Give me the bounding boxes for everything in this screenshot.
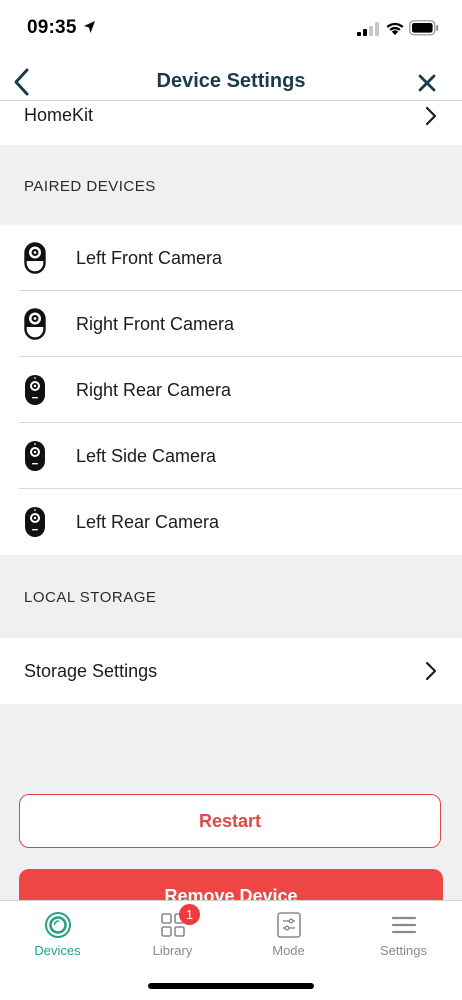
paired-devices-heading: PAIRED DEVICES xyxy=(24,178,156,195)
device-name: Left Side Camera xyxy=(76,446,217,466)
tab-settings[interactable]: Settings xyxy=(346,901,461,971)
indoor-camera-icon xyxy=(24,308,46,340)
chevron-right-icon xyxy=(425,106,437,126)
device-row[interactable]: Right Front Camera xyxy=(0,291,462,357)
device-name: Right Front Camera xyxy=(76,314,235,334)
local-storage-heading: LOCAL STORAGE xyxy=(24,589,157,606)
outdoor-camera-icon xyxy=(25,507,45,537)
homekit-label: HomeKit xyxy=(24,105,94,125)
tab-label: Devices xyxy=(34,943,81,958)
outdoor-camera-icon xyxy=(25,375,45,405)
indoor-camera-icon xyxy=(24,242,46,274)
restart-button[interactable]: Restart xyxy=(19,794,441,848)
device-name: Left Front Camera xyxy=(76,248,223,268)
paired-devices-section-header: PAIRED DEVICES xyxy=(0,145,462,225)
tab-devices[interactable]: Devices xyxy=(0,901,115,971)
battery-icon xyxy=(409,20,439,36)
tab-label: Library xyxy=(152,943,193,958)
settings-scroll-area[interactable]: HomeKit PAIRED DEVICES Left Front Camera xyxy=(0,100,462,900)
status-bar: 09:35 xyxy=(0,0,462,58)
device-row[interactable]: Left Side Camera xyxy=(0,423,462,489)
device-row[interactable]: Left Front Camera xyxy=(0,225,462,291)
tab-library[interactable]: Library xyxy=(115,901,230,971)
cellular-signal-icon xyxy=(357,22,379,36)
home-indicator xyxy=(148,983,314,989)
tab-label: Mode xyxy=(272,943,305,958)
device-name: Right Rear Camera xyxy=(76,380,232,400)
device-row[interactable]: Right Rear Camera xyxy=(0,357,462,423)
local-storage-section-header: LOCAL STORAGE xyxy=(0,557,462,637)
paired-devices-list: Left Front Camera Right Front Camera Rig… xyxy=(0,225,462,555)
close-icon[interactable] xyxy=(414,70,440,96)
storage-settings-label: Storage Settings xyxy=(24,661,158,681)
storage-settings-row[interactable]: Storage Settings xyxy=(0,638,462,704)
mode-icon xyxy=(277,912,301,938)
tab-label: Settings xyxy=(380,943,427,958)
chevron-right-icon xyxy=(425,661,437,681)
device-row[interactable]: Left Rear Camera xyxy=(0,489,462,555)
devices-icon xyxy=(45,912,71,938)
page-title: Device Settings xyxy=(156,70,306,92)
outdoor-camera-icon xyxy=(25,441,45,471)
location-arrow-icon xyxy=(84,21,95,33)
device-name: Left Rear Camera xyxy=(76,512,220,532)
remove-device-button[interactable]: Remove Device xyxy=(19,869,443,900)
homekit-row[interactable]: HomeKit xyxy=(0,100,462,145)
settings-icon xyxy=(391,916,417,934)
wifi-icon xyxy=(386,22,404,35)
status-time: 09:35 xyxy=(27,17,77,38)
notification-badge: 1 xyxy=(179,904,200,925)
tab-mode[interactable]: Mode xyxy=(231,901,346,971)
